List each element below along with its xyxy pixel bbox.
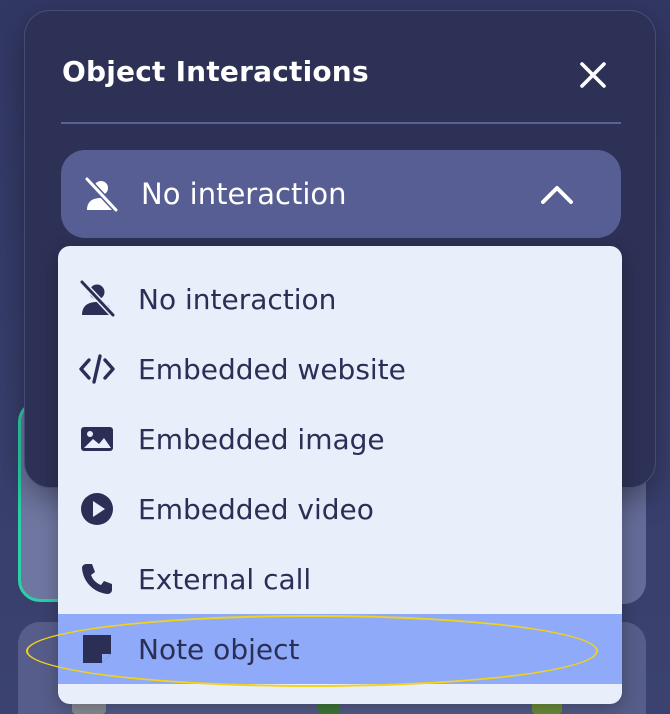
option-no-interaction[interactable]: No interaction (58, 264, 622, 334)
close-button[interactable] (573, 55, 613, 95)
option-label: Embedded video (138, 492, 374, 526)
option-embedded-image[interactable]: Embedded image (58, 404, 622, 474)
image-icon (81, 427, 113, 451)
interaction-type-select[interactable]: No interaction (61, 150, 621, 238)
interaction-type-dropdown: No interaction Embedded website Embedded… (58, 246, 622, 704)
play-icon (81, 493, 113, 525)
option-note-object[interactable]: Note object (58, 614, 622, 684)
modal-title: Object Interactions (62, 55, 369, 88)
code-icon (79, 354, 115, 384)
option-label: External call (138, 562, 312, 596)
divider (61, 122, 621, 124)
close-icon (580, 62, 606, 88)
select-current-label: No interaction (141, 177, 347, 211)
option-embedded-video[interactable]: Embedded video (58, 474, 622, 544)
option-label: Note object (138, 632, 300, 666)
option-embedded-website[interactable]: Embedded website (58, 334, 622, 404)
option-external-call[interactable]: External call (58, 544, 622, 614)
note-icon (83, 635, 111, 663)
no-interaction-icon (84, 177, 119, 213)
no-interaction-icon (79, 280, 116, 318)
option-label: Embedded image (138, 422, 385, 456)
phone-icon (82, 564, 112, 594)
option-label: No interaction (138, 282, 337, 316)
option-label: Embedded website (138, 352, 406, 386)
chevron-up-icon (541, 186, 573, 204)
app-stage: Object Interactions No interaction No in… (0, 0, 670, 714)
